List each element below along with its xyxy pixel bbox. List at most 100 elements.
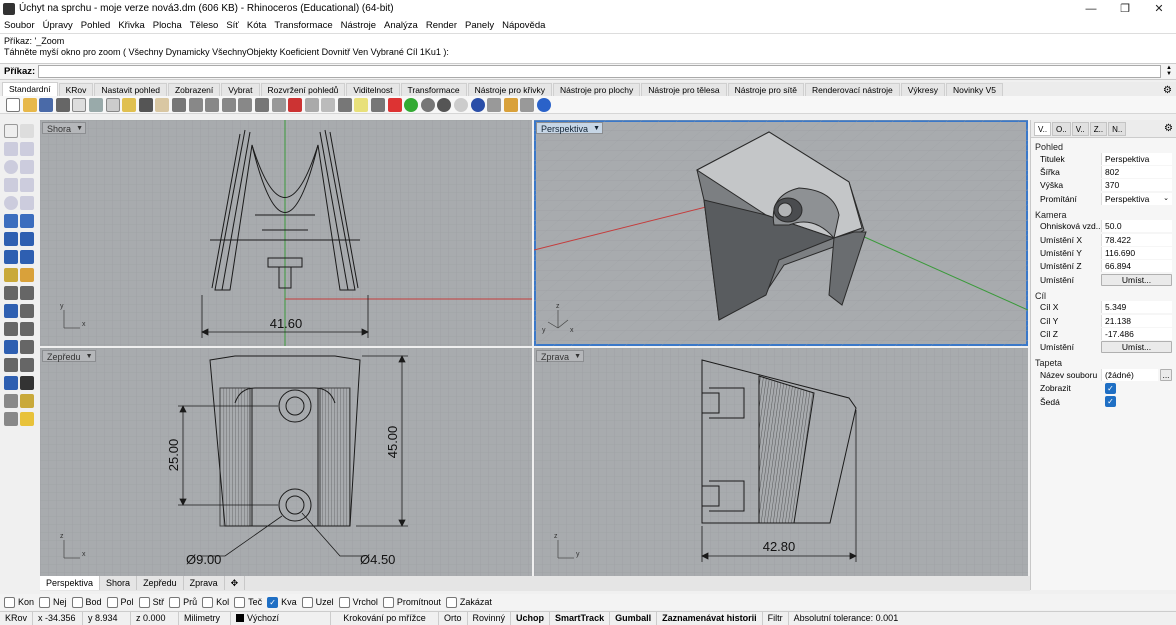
select-icon[interactable] bbox=[304, 97, 319, 112]
gray-wallpaper-checkbox[interactable]: ✓ bbox=[1105, 396, 1116, 408]
split-icon[interactable] bbox=[20, 286, 34, 300]
osnap-item[interactable]: Stř bbox=[138, 596, 164, 608]
polyline-icon[interactable] bbox=[4, 142, 18, 156]
osnap-item[interactable]: Prů bbox=[169, 596, 197, 608]
sphere-shaded-icon[interactable] bbox=[420, 97, 435, 112]
sphere-white-icon[interactable] bbox=[454, 97, 469, 112]
open-file-icon[interactable] bbox=[22, 97, 37, 112]
width-field[interactable]: 802 bbox=[1101, 166, 1172, 179]
panel-tab-object[interactable]: O.. bbox=[1052, 121, 1071, 136]
tab-transformace[interactable]: Transformace bbox=[400, 83, 467, 96]
planar-toggle[interactable]: Rovinný bbox=[468, 612, 512, 625]
tab-standardni[interactable]: Standardní bbox=[2, 82, 58, 96]
osnap-checkbox[interactable] bbox=[445, 596, 457, 608]
osnap-item[interactable]: Teč bbox=[234, 596, 262, 608]
surface-edit-icon[interactable] bbox=[20, 214, 34, 228]
boolean-icon[interactable] bbox=[4, 250, 18, 264]
menu-plocha[interactable]: Plocha bbox=[153, 20, 182, 31]
tab-nastroje-krivky[interactable]: Nástroje pro křivky bbox=[467, 83, 553, 96]
check-icon[interactable] bbox=[20, 376, 34, 390]
extend-icon[interactable] bbox=[4, 304, 18, 318]
menu-sit[interactable]: Síť bbox=[226, 20, 239, 31]
undo-view-icon[interactable] bbox=[254, 97, 269, 112]
save-icon[interactable] bbox=[39, 97, 54, 112]
rectangle-icon[interactable] bbox=[20, 178, 34, 192]
grid-snap-toggle[interactable]: Krokování po mřížce bbox=[331, 612, 440, 625]
teapot-icon[interactable] bbox=[4, 412, 18, 426]
select-arrow-icon[interactable] bbox=[4, 124, 18, 138]
units-status[interactable]: Milimetry bbox=[179, 612, 232, 625]
zoom-selected-icon[interactable] bbox=[238, 97, 253, 112]
show-wallpaper-checkbox[interactable]: ✓ bbox=[1105, 382, 1116, 394]
light-bulb-icon[interactable] bbox=[354, 97, 369, 112]
projection-select[interactable]: Perspektiva ⌄ bbox=[1101, 192, 1172, 205]
offset-icon[interactable] bbox=[20, 196, 34, 210]
osnap-item[interactable]: Zakázat bbox=[445, 596, 492, 608]
target-x-field[interactable]: 5.349 bbox=[1101, 301, 1172, 314]
sphere-blue-icon[interactable] bbox=[470, 97, 485, 112]
fillet-icon[interactable] bbox=[4, 268, 18, 282]
ortho-toggle[interactable]: Orto bbox=[439, 612, 468, 625]
cplane-status[interactable]: KRov bbox=[0, 612, 34, 625]
viewport-right-label[interactable]: Zprava ▼ bbox=[536, 350, 585, 362]
filter-toggle[interactable]: Filtr bbox=[763, 612, 789, 625]
osnap-item[interactable]: Nej bbox=[39, 596, 67, 608]
join-icon[interactable] bbox=[4, 286, 18, 300]
trim-icon[interactable] bbox=[20, 304, 34, 318]
viewport-top[interactable]: 41.60 y x Shora ▼ bbox=[40, 120, 532, 346]
material-icon[interactable] bbox=[387, 97, 402, 112]
gumball-toggle[interactable]: Gumball bbox=[610, 612, 658, 625]
target-y-field[interactable]: 21.138 bbox=[1101, 314, 1172, 327]
zoom-dynamic-icon[interactable] bbox=[188, 97, 203, 112]
panel-tab-display[interactable]: Z.. bbox=[1089, 121, 1108, 136]
target-place-button[interactable]: Umíst... bbox=[1101, 341, 1172, 354]
tab-nastroje-site[interactable]: Nástroje pro sítě bbox=[727, 83, 804, 96]
maximize-icon[interactable]: ❐ bbox=[1108, 2, 1142, 15]
viewport-top-label[interactable]: Shora ▼ bbox=[42, 122, 87, 134]
viewport-perspective[interactable]: z x y Perspektiva ▼ bbox=[534, 120, 1028, 346]
osnap-checkbox[interactable] bbox=[4, 596, 15, 608]
focal-length-field[interactable]: 50.0 bbox=[1101, 220, 1172, 233]
menu-nastroje[interactable]: Nástroje bbox=[341, 20, 376, 31]
four-viewports-icon[interactable] bbox=[271, 97, 286, 112]
osnap-item[interactable]: Pol bbox=[106, 596, 134, 608]
rebuild-icon[interactable] bbox=[4, 322, 18, 336]
command-scroll-icon[interactable]: ▲ ▼ bbox=[1165, 65, 1173, 78]
menu-pohled[interactable]: Pohled bbox=[81, 20, 111, 31]
menu-upravy[interactable]: Úpravy bbox=[43, 20, 73, 31]
tab-zobrazeni[interactable]: Zobrazení bbox=[167, 83, 221, 96]
title-field[interactable]: Perspektiva bbox=[1101, 152, 1172, 165]
light-icon[interactable] bbox=[20, 412, 34, 426]
move-icon[interactable] bbox=[321, 97, 336, 112]
tab-renderovaci-nastroje[interactable]: Renderovací nástroje bbox=[804, 83, 900, 96]
surface-icon[interactable] bbox=[4, 214, 18, 228]
tab-rozvrzeni-pohledu[interactable]: Rozvržení pohledů bbox=[260, 83, 346, 96]
circle-icon[interactable] bbox=[4, 160, 18, 174]
osnap-checkbox[interactable] bbox=[301, 596, 313, 608]
menu-analyza[interactable]: Analýza bbox=[384, 20, 418, 31]
new-file-icon[interactable] bbox=[6, 97, 20, 112]
tab-nastroje-telesa[interactable]: Nástroje pro tělesa bbox=[641, 83, 727, 96]
smarttrack-toggle[interactable]: SmartTrack bbox=[550, 612, 611, 625]
browse-button[interactable]: ... bbox=[1160, 368, 1172, 381]
osnap-checkbox[interactable] bbox=[234, 596, 246, 608]
osnap-item[interactable]: Kon bbox=[4, 596, 34, 608]
camera-place-button[interactable]: Umíst... bbox=[1101, 273, 1172, 286]
panel-tab-view[interactable]: V.. bbox=[1034, 121, 1052, 136]
vp-tab-zprava[interactable]: Zprava bbox=[184, 576, 225, 590]
panel-tab-visibility[interactable]: V.. bbox=[1071, 121, 1089, 136]
vp-tab-zepredu[interactable]: Zepředu bbox=[137, 576, 184, 590]
render-color-icon[interactable] bbox=[404, 97, 419, 112]
box-icon[interactable] bbox=[4, 232, 18, 246]
tools-icon[interactable] bbox=[520, 97, 535, 112]
tab-vybrat[interactable]: Vybrat bbox=[221, 83, 260, 96]
osnap-toggle[interactable]: Uchop bbox=[511, 612, 551, 625]
panel-gear-icon[interactable]: ⚙ bbox=[1164, 123, 1173, 134]
zoom-window-icon[interactable] bbox=[205, 97, 220, 112]
dimension-icon[interactable] bbox=[20, 358, 34, 372]
menu-kota[interactable]: Kóta bbox=[247, 20, 267, 31]
menu-krivka[interactable]: Křivka bbox=[118, 20, 144, 31]
point-icon[interactable] bbox=[20, 124, 34, 138]
curve-icon[interactable] bbox=[20, 142, 34, 156]
command-input[interactable] bbox=[38, 65, 1161, 78]
